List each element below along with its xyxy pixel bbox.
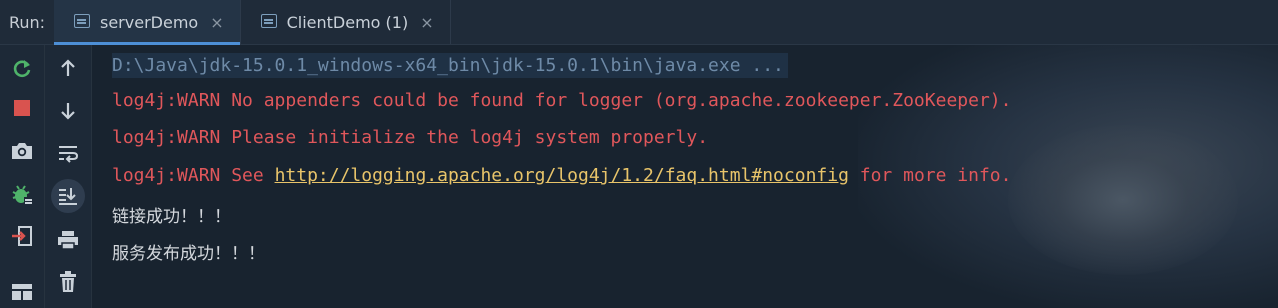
- warn-line-2: log4j:WARN Please initialize the log4j s…: [112, 127, 709, 148]
- rerun-icon[interactable]: [5, 53, 39, 83]
- trash-icon[interactable]: [51, 267, 85, 297]
- run-actions-toolbar: [0, 45, 45, 308]
- output-line-2: 服务发布成功！！！: [112, 244, 265, 264]
- print-icon[interactable]: [51, 225, 85, 255]
- layout-icon[interactable]: [5, 277, 39, 307]
- background-image-highlight: [1008, 125, 1238, 275]
- command-line[interactable]: D:\Java\jdk-15.0.1_windows-x64_bin\jdk-1…: [112, 53, 788, 78]
- console-output[interactable]: D:\Java\jdk-15.0.1_windows-x64_bin\jdk-1…: [92, 45, 1278, 308]
- up-arrow-icon[interactable]: [51, 53, 85, 83]
- debug-icon[interactable]: [5, 179, 39, 209]
- output-line-1: 链接成功！！！: [112, 207, 231, 227]
- warn-line-3: log4j:WARN See http://logging.apache.org…: [112, 165, 1011, 186]
- down-arrow-icon[interactable]: [51, 96, 85, 126]
- run-label: Run:: [8, 12, 46, 32]
- tab-label: ClientDemo (1): [286, 12, 409, 32]
- console-icon: [74, 14, 92, 30]
- run-tabbar: Run: serverDemo × ClientDemo (1) ×: [0, 0, 1278, 45]
- close-icon[interactable]: ×: [210, 13, 223, 32]
- tab-label: serverDemo: [100, 12, 199, 32]
- camera-icon[interactable]: [5, 136, 39, 166]
- tab-clientdemo[interactable]: ClientDemo (1) ×: [241, 0, 450, 44]
- soft-wrap-icon[interactable]: [51, 138, 85, 168]
- warn-line-3-prefix: log4j:WARN See: [112, 165, 275, 186]
- scroll-to-end-icon[interactable]: [51, 179, 85, 213]
- exit-icon[interactable]: [5, 221, 39, 251]
- stop-icon[interactable]: [5, 93, 39, 123]
- tabbar-spacer: [451, 0, 1278, 44]
- log4j-faq-link[interactable]: http://logging.apache.org/log4j/1.2/faq.…: [275, 165, 849, 186]
- tab-serverdemo[interactable]: serverDemo ×: [54, 0, 240, 45]
- console-icon: [260, 14, 279, 30]
- console-actions-toolbar: [45, 45, 92, 308]
- close-icon[interactable]: ×: [420, 13, 433, 32]
- warn-line-3-suffix: for more info.: [848, 165, 1012, 186]
- warn-line-1: log4j:WARN No appenders could be found f…: [112, 90, 1012, 111]
